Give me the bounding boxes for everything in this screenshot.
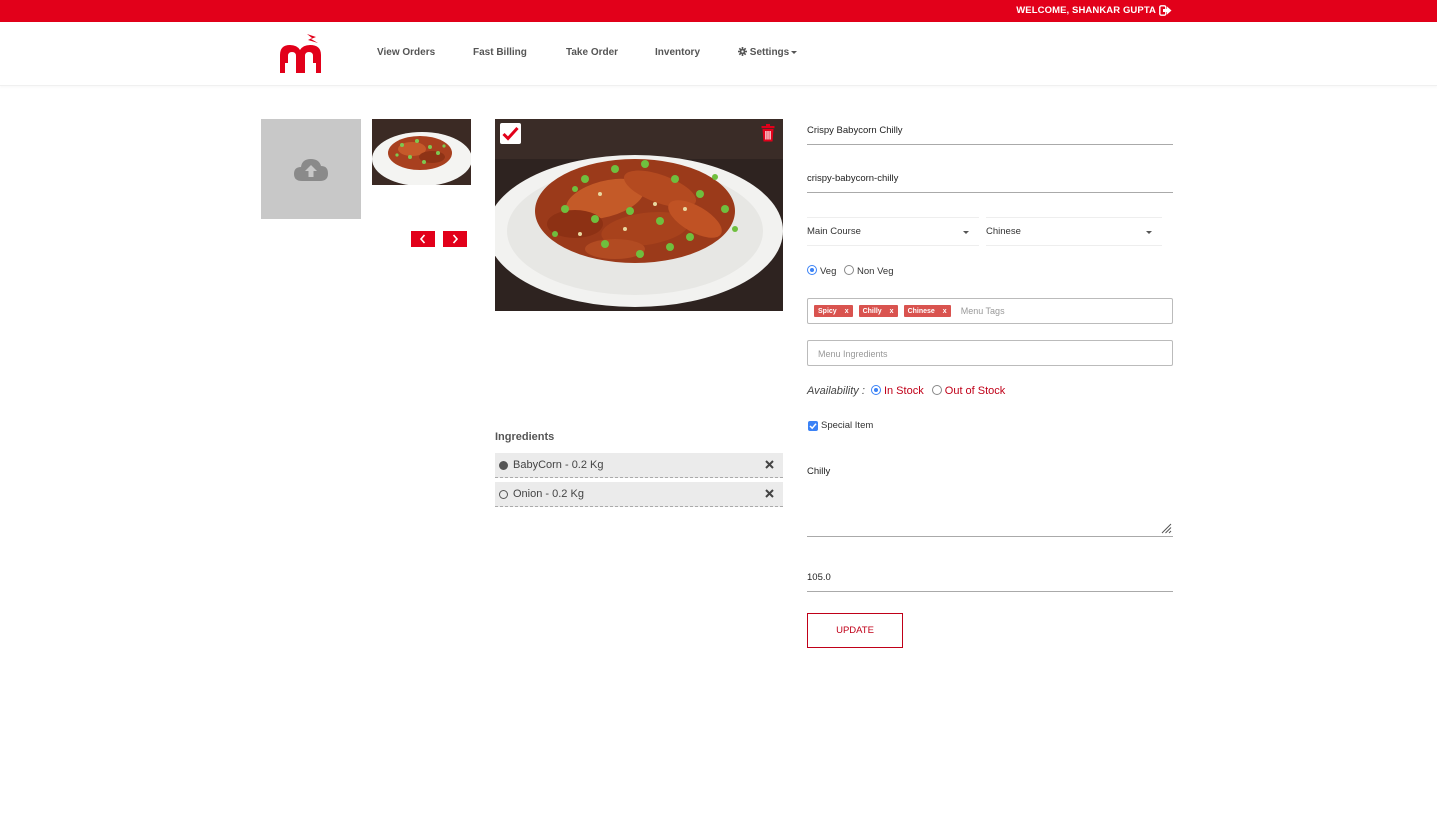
nav-view-orders[interactable]: View Orders [377, 47, 435, 58]
check-icon [809, 422, 817, 429]
main-food-image [495, 119, 783, 311]
logout-icon[interactable] [1158, 4, 1172, 16]
previous-image-button[interactable] [411, 231, 435, 247]
menu-name-field[interactable]: Crispy Babycorn Chilly [807, 125, 1173, 145]
ingredients-heading: Ingredients [495, 431, 555, 443]
menu-ingredients-input[interactable]: Menu Ingredients [807, 340, 1173, 366]
category-value: Main Course [807, 226, 861, 237]
menu-tags-input[interactable]: Spicy x Chilly x Chinese x Menu Tags [807, 298, 1173, 324]
tags-placeholder: Menu Tags [960, 306, 1005, 316]
tag-chip: Spicy x [814, 305, 853, 317]
cloud-upload-icon [294, 159, 328, 181]
tag-label: Chinese [907, 307, 935, 315]
remove-tag-button[interactable]: x [943, 308, 947, 315]
tag-chip: Chilly x [858, 305, 898, 317]
filled-circle-icon [499, 460, 508, 470]
special-item-label: Special Item [821, 420, 874, 431]
veg-label: Veg [820, 266, 837, 277]
chevron-down-icon [1146, 231, 1152, 234]
nav-fast-billing[interactable]: Fast Billing [473, 47, 527, 58]
price-field[interactable]: 105.0 [807, 572, 1173, 592]
empty-circle-icon [499, 489, 508, 499]
gear-icon [738, 47, 747, 56]
delete-image-button[interactable] [761, 124, 775, 142]
cuisine-value: Chinese [986, 226, 1021, 237]
tag-label: Chilly [862, 307, 882, 315]
nav-take-order[interactable]: Take Order [566, 47, 618, 58]
non-veg-radio[interactable] [844, 265, 855, 275]
veg-radio[interactable] [807, 265, 817, 275]
out-of-stock-radio[interactable] [931, 385, 942, 395]
out-of-stock-label: Out of Stock [944, 385, 1006, 397]
menu-slug-field[interactable]: crispy-babycorn-chilly [807, 173, 1173, 193]
navbar: View Orders Fast Billing Take Order Inve… [0, 22, 1437, 86]
non-veg-label: Non Veg [857, 266, 894, 277]
update-button[interactable]: UPDATE [807, 613, 903, 648]
special-item-checkbox[interactable] [808, 420, 818, 431]
next-image-button[interactable] [443, 231, 467, 247]
tag-label: Spicy [818, 307, 837, 315]
in-stock-radio[interactable] [870, 385, 881, 395]
food-thumbnail[interactable] [372, 119, 471, 185]
settings-label: Settings [749, 47, 790, 58]
chevron-down-icon [791, 50, 798, 54]
description-textarea[interactable]: Chilly [807, 466, 1173, 537]
nav-inventory[interactable]: Inventory [655, 47, 700, 58]
image-upload-button[interactable] [261, 119, 361, 219]
remove-ingredient-icon[interactable] [765, 460, 774, 469]
veg-type-radio-group: Veg Non Veg [807, 265, 893, 277]
description-text: Chilly [807, 466, 831, 477]
brand-logo[interactable] [277, 33, 325, 75]
cuisine-select[interactable]: Chinese [986, 217, 1162, 246]
category-select[interactable]: Main Course [807, 217, 979, 246]
ingredient-label: Onion - 0.2 Kg [513, 488, 584, 500]
ingredient-item: Onion - 0.2 Kg [495, 482, 783, 507]
resize-handle-icon[interactable] [1161, 523, 1172, 534]
chevron-down-icon [963, 231, 969, 234]
availability-radio-group: Availability : In Stock Out of Stock [807, 385, 1005, 397]
remove-ingredient-icon[interactable] [765, 489, 774, 498]
availability-label: Availability : [807, 385, 865, 397]
remove-tag-button[interactable]: x [890, 308, 894, 315]
remove-tag-button[interactable]: x [845, 308, 849, 315]
tag-chip: Chinese x [903, 305, 951, 317]
ingredient-item: BabyCorn - 0.2 Kg [495, 453, 783, 478]
nav-settings-dropdown[interactable]: Settings [738, 47, 798, 58]
top-bar: WELCOME, SHANKAR GUPTA [0, 0, 1437, 22]
image-selected-toggle[interactable] [500, 123, 521, 144]
chevron-left-icon [419, 234, 426, 244]
welcome-text: WELCOME, SHANKAR GUPTA [1016, 4, 1156, 16]
trash-icon [761, 124, 775, 142]
in-stock-label: In Stock [883, 385, 924, 397]
check-icon [502, 126, 519, 141]
special-item-option: Special Item [808, 420, 873, 431]
chevron-right-icon [452, 234, 459, 244]
ingredient-label: BabyCorn - 0.2 Kg [513, 459, 604, 471]
welcome-message[interactable]: WELCOME, SHANKAR GUPTA [1016, 4, 1172, 16]
